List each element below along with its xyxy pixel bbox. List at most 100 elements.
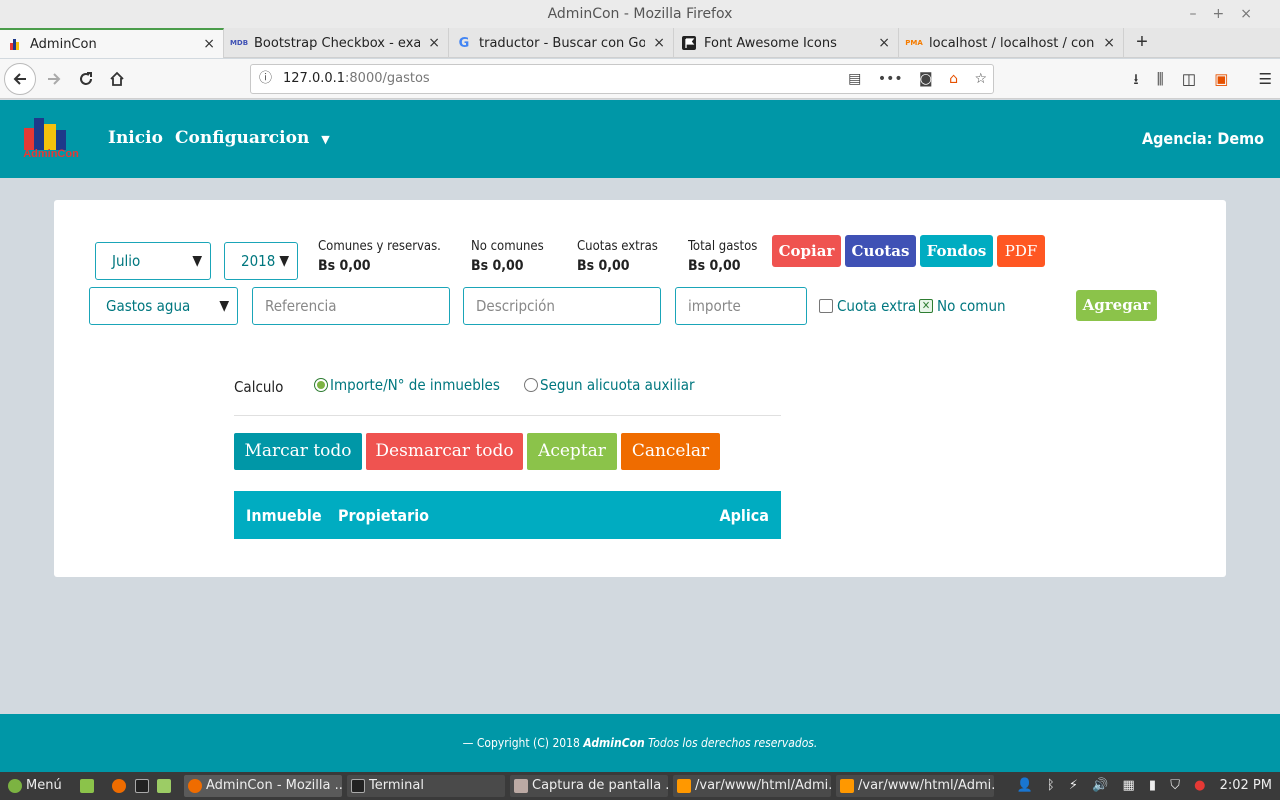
extension-icon[interactable]: ▣: [1214, 71, 1228, 88]
description-input[interactable]: Descripción: [463, 287, 661, 325]
arrow-left-icon: [13, 73, 26, 85]
marcar-todo-button[interactable]: Marcar todo: [234, 433, 362, 470]
terminal-launcher[interactable]: [131, 775, 151, 797]
stat-label: No comunes: [471, 239, 544, 254]
pocket-icon[interactable]: ◙: [919, 71, 933, 87]
cancelar-button[interactable]: Cancelar: [621, 433, 720, 470]
menu-icon[interactable]: ☰: [1259, 71, 1272, 88]
radio-label: Segun alicuota auxiliar: [540, 376, 695, 394]
battery-icon[interactable]: ▮: [1149, 778, 1156, 793]
tab-font-awesome[interactable]: Font Awesome Icons ×: [674, 28, 899, 58]
nav-configuracion[interactable]: Configuarcion ▼: [175, 128, 330, 148]
new-tab-button[interactable]: +: [1130, 28, 1154, 58]
taskbar-window-sublime-1[interactable]: /var/www/html/Admi...: [673, 775, 831, 797]
url-bar[interactable]: ⓘ 127.0.0.1:8000/gastos ▤ ••• ◙ ⌂ ☆: [250, 64, 994, 94]
home-page-icon[interactable]: ⌂: [949, 71, 958, 87]
home-button[interactable]: [103, 65, 131, 93]
volume-icon[interactable]: 🔊: [1092, 778, 1108, 793]
divider: [234, 415, 781, 416]
mint-logo-icon: [8, 778, 22, 793]
sublime-icon: [677, 778, 691, 793]
amount-input[interactable]: importe: [675, 287, 807, 325]
window-controls[interactable]: –+×: [1190, 0, 1268, 28]
year-select[interactable]: 2018 ▼: [224, 242, 298, 280]
firefox-icon: [188, 778, 202, 793]
reload-icon: [80, 72, 92, 85]
firefox-icon: [112, 778, 126, 793]
home-icon: [110, 71, 124, 86]
taskbar-window-firefox[interactable]: AdminCon - Mozilla ...: [184, 775, 342, 797]
fondos-button[interactable]: Fondos: [920, 235, 993, 267]
tab-close-icon[interactable]: ×: [203, 36, 215, 52]
header-propietario[interactable]: Propietario: [338, 506, 429, 525]
downloads-icon[interactable]: ⭳: [1133, 71, 1138, 88]
page-actions-icon[interactable]: •••: [878, 71, 903, 87]
taskbar-window-sublime-2[interactable]: /var/www/html/Admi...: [836, 775, 994, 797]
month-select[interactable]: Julio ▼: [95, 242, 211, 280]
header-aplica[interactable]: Aplica: [719, 506, 769, 525]
tab-close-icon[interactable]: ×: [653, 35, 665, 51]
reference-input[interactable]: Referencia: [252, 287, 450, 325]
agregar-button[interactable]: Agregar: [1076, 290, 1157, 321]
header-inmueble[interactable]: Inmueble: [246, 506, 322, 525]
show-desktop-button[interactable]: [76, 775, 96, 797]
pdf-button[interactable]: PDF: [997, 235, 1045, 267]
table-header: Inmueble Propietario Aplica: [234, 491, 781, 539]
tab-label: AdminCon: [30, 36, 97, 52]
shield-icon[interactable]: ⛉: [1170, 778, 1180, 793]
window-label: Captura de pantalla ...: [532, 778, 668, 793]
reader-view-icon[interactable]: ▤: [848, 71, 861, 87]
window-label: AdminCon - Mozilla ...: [206, 778, 342, 793]
cuotas-button[interactable]: Cuotas: [845, 235, 916, 267]
close-window-button[interactable]: ×: [1240, 6, 1268, 22]
clock[interactable]: 2:02 PM: [1220, 778, 1272, 793]
tab-admincon[interactable]: AdminCon ×: [0, 28, 224, 58]
network-icon[interactable]: ⚡: [1069, 778, 1078, 793]
mega-icon[interactable]: ●: [1194, 778, 1205, 793]
sublime-icon: [840, 778, 854, 793]
desmarcar-todo-button[interactable]: Desmarcar todo: [366, 433, 523, 470]
minimize-button[interactable]: –: [1190, 6, 1213, 22]
taskbar-window-screenshot[interactable]: Captura de pantalla ...: [510, 775, 668, 797]
user-icon[interactable]: 👤: [1017, 778, 1033, 793]
start-menu-button[interactable]: Menú: [4, 775, 72, 797]
tab-close-icon[interactable]: ×: [1103, 35, 1115, 51]
bookmark-star-icon[interactable]: ☆: [974, 71, 987, 87]
files-launcher[interactable]: [153, 775, 173, 797]
tab-traductor[interactable]: G traductor - Buscar con Google ×: [449, 28, 674, 58]
nav-inicio[interactable]: Inicio: [108, 128, 163, 148]
clipboard-icon[interactable]: ▦: [1122, 778, 1134, 793]
firefox-launcher[interactable]: [108, 775, 128, 797]
maximize-button[interactable]: +: [1213, 6, 1241, 22]
url-text[interactable]: 127.0.0.1:8000/gastos: [283, 65, 430, 93]
stat-label: Total gastos: [688, 239, 758, 254]
reload-button[interactable]: [72, 65, 100, 93]
stat-label: Cuotas extras: [577, 239, 658, 254]
tab-bar: AdminCon × MDB Bootstrap Checkbox - exam…: [0, 28, 1280, 58]
cuota-extra-checkbox[interactable]: Cuota extra: [819, 297, 916, 315]
chevron-down-icon: ▼: [192, 253, 202, 269]
desktop-icon: [80, 778, 94, 793]
window-label: Terminal: [369, 778, 424, 793]
bluetooth-icon[interactable]: ᛒ: [1047, 778, 1055, 793]
back-button[interactable]: [4, 63, 36, 95]
tab-bootstrap-checkbox[interactable]: MDB Bootstrap Checkbox - exampl ×: [224, 28, 449, 58]
stat-total-gastos: Total gastos Bs 0,00: [688, 239, 757, 274]
footer-brand: AdminCon: [583, 736, 645, 750]
tab-close-icon[interactable]: ×: [428, 35, 440, 51]
radio-importe-inmuebles[interactable]: Importe/N° de inmuebles: [314, 376, 500, 394]
sidebar-icon[interactable]: ◫: [1182, 71, 1196, 88]
aceptar-button[interactable]: Aceptar: [527, 433, 617, 470]
no-comun-checkbox[interactable]: ✕ No comun: [919, 297, 1006, 315]
radio-alicuota-auxiliar[interactable]: Segun alicuota auxiliar: [524, 376, 695, 394]
library-icon[interactable]: ⫼: [1157, 71, 1164, 88]
nav-configuracion-label: Configuarcion: [175, 128, 310, 148]
taskbar-window-terminal[interactable]: Terminal: [347, 775, 505, 797]
tab-phpmyadmin[interactable]: PMA localhost / localhost / condom ×: [899, 28, 1124, 58]
admincon-logo[interactable]: AdminCon: [20, 116, 82, 162]
expense-type-select[interactable]: Gastos agua ▼: [89, 287, 238, 325]
site-info-icon[interactable]: ⓘ: [259, 65, 272, 93]
forward-button[interactable]: [40, 65, 68, 93]
tab-close-icon[interactable]: ×: [878, 35, 890, 51]
copiar-button[interactable]: Copiar: [772, 235, 841, 267]
